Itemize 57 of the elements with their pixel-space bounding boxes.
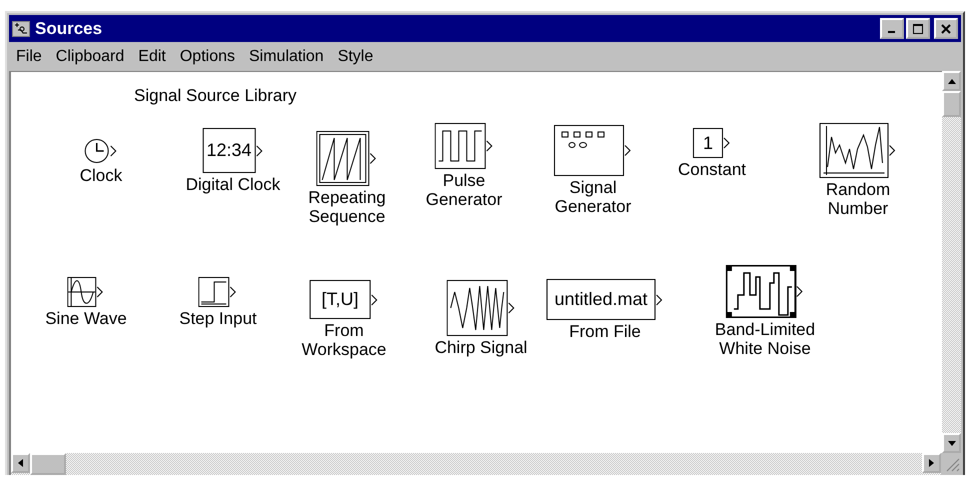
right-arrow-icon	[929, 459, 934, 467]
maximize-icon	[913, 24, 923, 34]
down-arrow-icon	[948, 440, 956, 446]
window-title: Sources	[35, 18, 104, 38]
block[interactable]: [T,U]	[310, 280, 370, 319]
block-label: Random Number	[826, 180, 890, 218]
scroll-thumb[interactable]	[942, 91, 961, 117]
block-label: Clock	[80, 166, 122, 185]
scroll-right-button[interactable]	[922, 453, 941, 473]
library-title: Signal Source Library	[134, 86, 297, 106]
port-icon	[370, 294, 378, 306]
vertical-scrollbar[interactable]	[942, 71, 961, 453]
block-label: Band-Limited White Noise	[714, 320, 816, 358]
random-signal-icon[interactable]	[820, 123, 896, 178]
menu-item[interactable]: File	[9, 48, 49, 66]
signal-generator-icon[interactable]	[554, 125, 632, 176]
menu-item[interactable]: Edit	[131, 48, 173, 66]
block-label: Chirp Signal	[434, 338, 528, 357]
scroll-down-button[interactable]	[942, 433, 961, 453]
menu-item[interactable]: Simulation	[242, 48, 331, 66]
block[interactable]: 12:34	[202, 128, 256, 173]
sawtooth-wave-icon[interactable]	[316, 131, 378, 186]
block-label: Step Input	[179, 309, 257, 328]
up-arrow-icon	[948, 78, 956, 84]
menu-item[interactable]: Style	[330, 48, 380, 66]
pulse-wave-icon[interactable]	[434, 123, 494, 169]
minimize-icon	[888, 31, 894, 33]
left-arrow-icon	[18, 459, 23, 467]
block-label: Repeating Sequence	[308, 188, 386, 226]
horizontal-scrollbar[interactable]	[9, 453, 941, 475]
block[interactable]: untitled.mat	[546, 279, 656, 320]
close-button[interactable]	[934, 18, 958, 39]
block[interactable]: 1	[693, 128, 723, 158]
block-label: From Workspace	[302, 321, 386, 359]
block-label: Constant	[678, 160, 746, 179]
noise-signal-icon[interactable]	[726, 265, 804, 318]
block-label: Pulse Generator	[426, 171, 502, 209]
minimize-button[interactable]	[880, 18, 904, 39]
sine-wave-icon[interactable]	[68, 277, 104, 307]
scroll-up-button[interactable]	[942, 71, 961, 91]
scroll-left-button[interactable]	[11, 453, 30, 473]
scroll-thumb[interactable]	[30, 453, 66, 475]
block-diagram-icon	[12, 20, 30, 36]
port-icon	[256, 144, 264, 156]
close-icon	[941, 24, 951, 34]
block-label: Digital Clock	[186, 175, 280, 194]
maximize-button[interactable]	[906, 18, 930, 39]
menu-item[interactable]: Options	[172, 48, 242, 66]
menu-item[interactable]: Clipboard	[48, 48, 132, 66]
chirp-wave-icon[interactable]	[446, 280, 516, 336]
block-label: Signal Generator	[554, 178, 632, 216]
clock-icon[interactable]	[84, 138, 118, 164]
block-label: Sine Wave	[45, 309, 127, 328]
step-icon[interactable]	[198, 277, 238, 307]
port-icon	[656, 294, 664, 306]
port-icon	[723, 137, 731, 149]
block-label: From File	[569, 322, 641, 341]
